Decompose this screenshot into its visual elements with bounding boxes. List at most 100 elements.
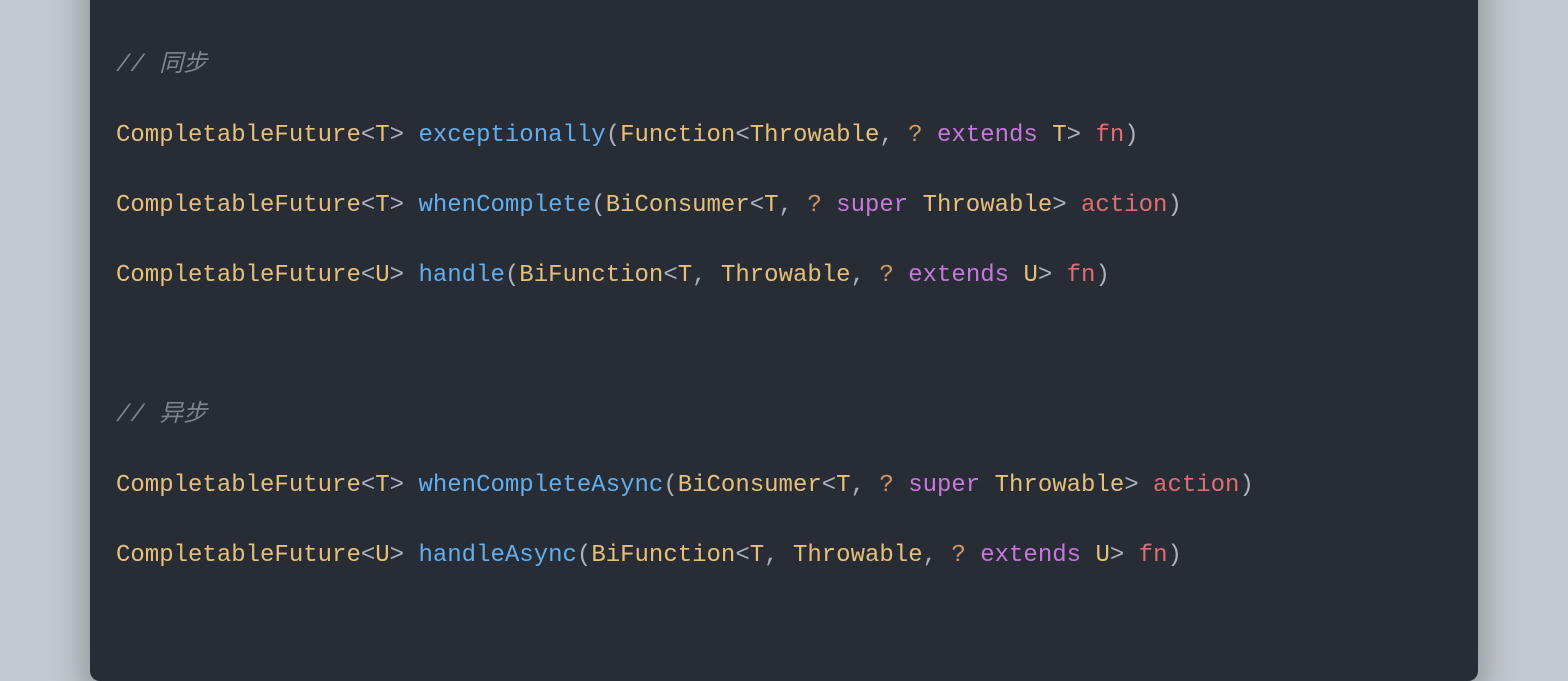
param: fn <box>1095 122 1124 149</box>
code-line: // 异步 <box>116 398 1452 433</box>
method: handleAsync <box>418 542 576 569</box>
comment: // 同步 <box>116 52 207 79</box>
punct: > <box>1067 122 1081 149</box>
type-param: T <box>375 472 389 499</box>
space <box>707 262 721 289</box>
punct: , <box>879 122 893 149</box>
method: exceptionally <box>418 122 605 149</box>
punct: > <box>390 542 404 569</box>
type: Function <box>620 122 735 149</box>
type: CompletableFuture <box>116 192 361 219</box>
space <box>404 192 418 219</box>
punct: < <box>663 262 677 289</box>
punct: < <box>361 472 375 499</box>
type-param: T <box>750 542 764 569</box>
punct: , <box>764 542 778 569</box>
punct: > <box>390 192 404 219</box>
space <box>404 122 418 149</box>
type: Throwable <box>793 542 923 569</box>
type-param: U <box>375 542 389 569</box>
type-param: T <box>375 192 389 219</box>
code-line: CompletableFuture<T> whenCompleteAsync(B… <box>116 468 1452 503</box>
punct: , <box>779 192 793 219</box>
punct: , <box>851 472 865 499</box>
code-line: CompletableFuture<U> handleAsync(BiFunct… <box>116 538 1452 573</box>
type-param: U <box>1095 542 1109 569</box>
space <box>1038 122 1052 149</box>
punct: < <box>361 542 375 569</box>
type: BiFunction <box>591 542 735 569</box>
punct: < <box>361 122 375 149</box>
space <box>894 122 908 149</box>
space <box>404 472 418 499</box>
qmark: ? <box>908 122 922 149</box>
space <box>404 262 418 289</box>
code-block: // 同步 CompletableFuture<T> exceptionally… <box>116 13 1452 643</box>
punct: < <box>735 122 749 149</box>
punct: ( <box>577 542 591 569</box>
punct: > <box>1038 262 1052 289</box>
type: Throwable <box>995 472 1125 499</box>
punct: > <box>390 262 404 289</box>
punct: < <box>361 192 375 219</box>
type: CompletableFuture <box>116 122 361 149</box>
space <box>793 192 807 219</box>
punct: > <box>390 472 404 499</box>
qmark: ? <box>951 542 965 569</box>
space <box>1081 122 1095 149</box>
param: fn <box>1067 262 1096 289</box>
keyword: extends <box>980 542 1081 569</box>
keyword: super <box>836 192 908 219</box>
punct: < <box>361 262 375 289</box>
space <box>966 542 980 569</box>
space <box>1052 262 1066 289</box>
method: whenComplete <box>418 192 591 219</box>
space <box>865 472 879 499</box>
type: BiConsumer <box>678 472 822 499</box>
punct: > <box>390 122 404 149</box>
method: handle <box>418 262 504 289</box>
space <box>404 542 418 569</box>
qmark: ? <box>807 192 821 219</box>
punct: < <box>735 542 749 569</box>
type: BiConsumer <box>606 192 750 219</box>
type: Throwable <box>923 192 1053 219</box>
punct: , <box>851 262 865 289</box>
punct: ) <box>1124 122 1138 149</box>
type-param: T <box>678 262 692 289</box>
code-line: CompletableFuture<U> handle(BiFunction<T… <box>116 258 1452 293</box>
method: whenCompleteAsync <box>418 472 663 499</box>
space <box>894 262 908 289</box>
type-param: T <box>375 122 389 149</box>
punct: , <box>923 542 937 569</box>
qmark: ? <box>879 472 893 499</box>
punct: < <box>750 192 764 219</box>
space <box>923 122 937 149</box>
param: fn <box>1139 542 1168 569</box>
punct: > <box>1110 542 1124 569</box>
punct: ) <box>1167 192 1181 219</box>
keyword: extends <box>908 262 1009 289</box>
code-line: CompletableFuture<T> exceptionally(Funct… <box>116 118 1452 153</box>
space <box>779 542 793 569</box>
punct: > <box>1052 192 1066 219</box>
punct: ( <box>606 122 620 149</box>
space <box>980 472 994 499</box>
type: Throwable <box>750 122 880 149</box>
keyword: extends <box>937 122 1038 149</box>
punct: ( <box>505 262 519 289</box>
space <box>908 192 922 219</box>
punct: ( <box>663 472 677 499</box>
space <box>822 192 836 219</box>
param: action <box>1081 192 1167 219</box>
space <box>1081 542 1095 569</box>
param: action <box>1153 472 1239 499</box>
type-param: T <box>836 472 850 499</box>
space <box>1009 262 1023 289</box>
space <box>1124 542 1138 569</box>
space <box>865 262 879 289</box>
blank-line <box>116 328 1452 363</box>
type: CompletableFuture <box>116 262 361 289</box>
type-param: T <box>764 192 778 219</box>
punct: ) <box>1167 542 1181 569</box>
